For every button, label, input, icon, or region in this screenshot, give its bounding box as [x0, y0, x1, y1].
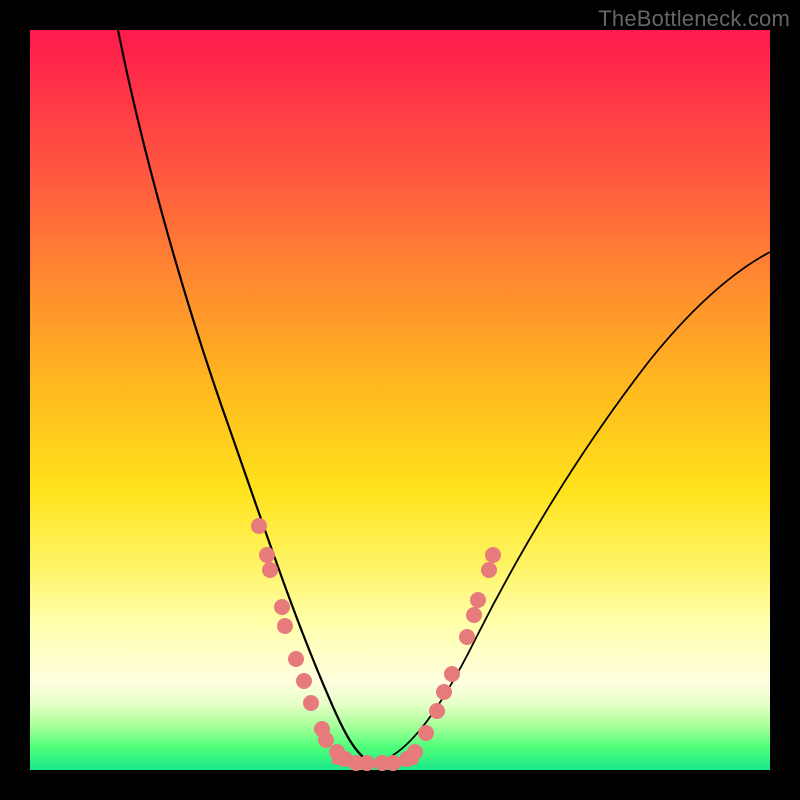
- plot-area: [30, 30, 770, 770]
- watermark-text: TheBottleneck.com: [598, 6, 790, 32]
- chart-frame: TheBottleneck.com: [0, 0, 800, 800]
- right-curve: [382, 252, 770, 761]
- left-curve: [118, 30, 368, 761]
- chart-svg: [30, 30, 770, 770]
- marker-group: [251, 518, 501, 771]
